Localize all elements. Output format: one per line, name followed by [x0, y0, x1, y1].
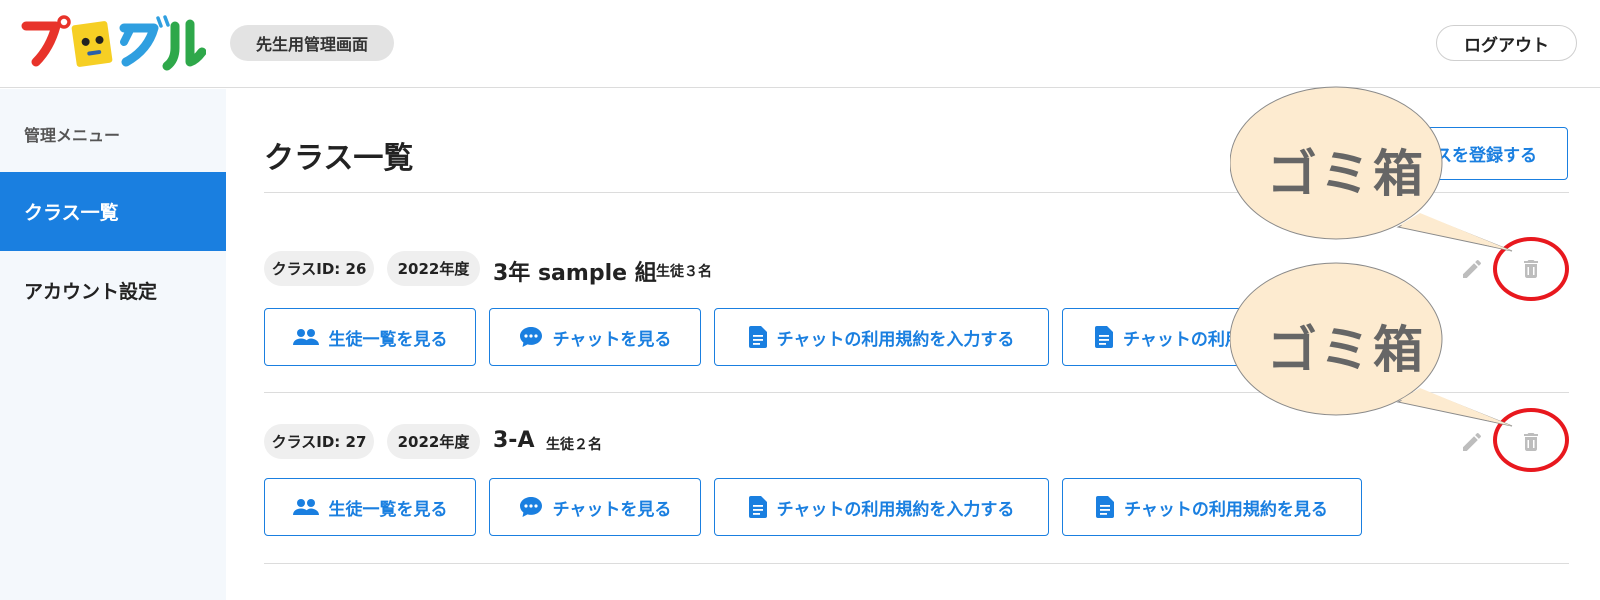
- sidebar-item-class-list[interactable]: クラス一覧: [0, 172, 226, 251]
- button-label: チャットを見る: [552, 499, 672, 520]
- app-header: 先生用管理画面 ログアウト: [0, 0, 1600, 88]
- document-icon: [748, 496, 767, 518]
- student-count: 生徒３名: [656, 264, 712, 280]
- school-year-badge: 2022年度: [387, 251, 480, 286]
- button-label: チャットの利用規約を見る: [1124, 499, 1328, 520]
- class-name: 3-A: [493, 428, 535, 453]
- divider: [264, 563, 1569, 564]
- button-label: チャットの利用規約を入力する: [776, 329, 1015, 350]
- admin-role-badge: 先生用管理画面: [230, 25, 394, 61]
- document-icon: [748, 326, 767, 348]
- button-label: チャットの利用: [1123, 329, 1242, 350]
- callout-label: ゴミ箱: [1267, 321, 1426, 379]
- input-chat-terms-button[interactable]: チャットの利用規約を入力する: [714, 308, 1049, 366]
- class-id-badge: クラスID: 26: [264, 251, 374, 286]
- chat-bubble-icon: [519, 327, 542, 347]
- button-label: チャットの利用規約を入力する: [776, 499, 1015, 520]
- callout-label: ゴミ箱: [1267, 145, 1426, 203]
- proguru-logo[interactable]: [20, 14, 206, 72]
- button-label: 生徒一覧を見る: [328, 499, 448, 520]
- student-count: 生徒２名: [546, 437, 602, 453]
- logout-button[interactable]: ログアウト: [1436, 25, 1577, 61]
- people-icon: [292, 499, 319, 515]
- button-label: 生徒一覧を見る: [328, 329, 448, 350]
- document-icon: [1096, 496, 1115, 518]
- sidebar-heading: 管理メニュー: [24, 126, 121, 145]
- view-chat-button[interactable]: チャットを見る: [489, 308, 701, 366]
- pencil-icon[interactable]: [1458, 428, 1486, 456]
- people-icon: [292, 329, 319, 345]
- class-id-badge: クラスID: 27: [264, 424, 374, 459]
- document-icon: [1095, 326, 1113, 348]
- view-students-button[interactable]: 生徒一覧を見る: [264, 478, 476, 536]
- view-chat-terms-button[interactable]: チャットの利用規約を見る: [1062, 478, 1362, 536]
- class-name: 3年 sample 組: [493, 261, 657, 286]
- chat-bubble-icon: [519, 497, 542, 517]
- button-label: チャットを見る: [552, 329, 672, 350]
- sidebar-item-account-settings[interactable]: アカウント設定: [0, 251, 226, 330]
- school-year-badge: 2022年度: [387, 424, 480, 459]
- view-chat-button[interactable]: チャットを見る: [489, 478, 701, 536]
- page-title: クラス一覧: [264, 141, 414, 176]
- view-students-button[interactable]: 生徒一覧を見る: [264, 308, 476, 366]
- input-chat-terms-button[interactable]: チャットの利用規約を入力する: [714, 478, 1049, 536]
- sidebar: 管理メニュー クラス一覧 アカウント設定: [0, 89, 226, 600]
